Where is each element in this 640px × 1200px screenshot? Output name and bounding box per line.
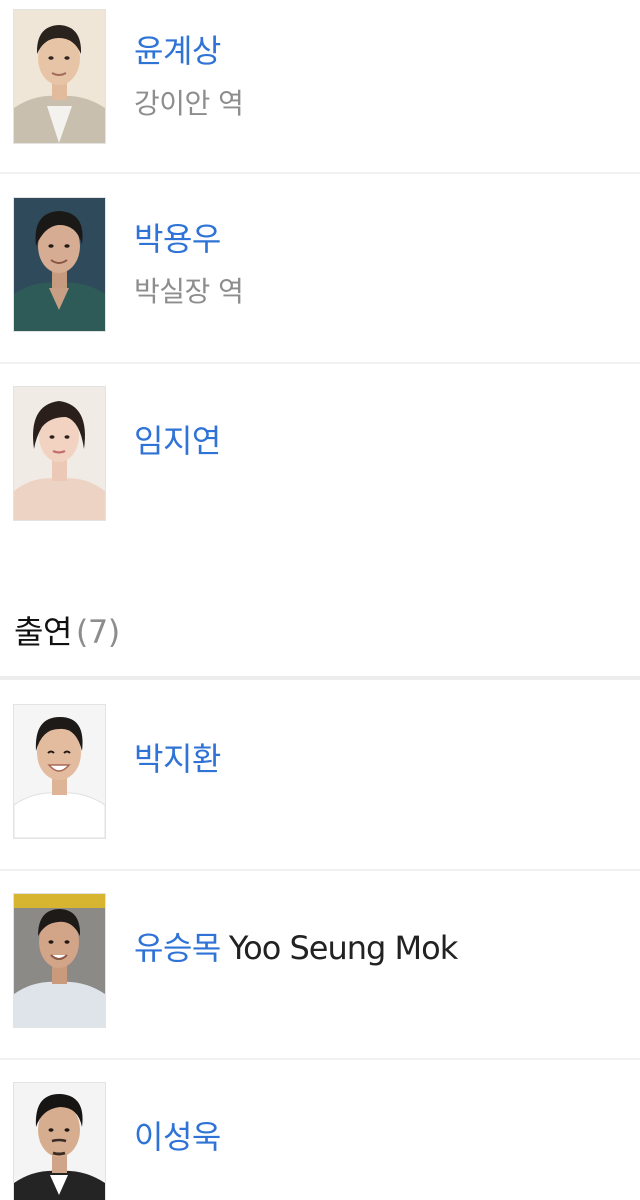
section-count: (7) [75, 613, 120, 651]
section-header: 출연 (7) [14, 610, 120, 654]
cast-photo[interactable] [13, 197, 106, 332]
cast-name-link[interactable]: 박지환 [134, 740, 221, 778]
cast-name-line: 윤계상 [134, 31, 221, 71]
cast-name-line: 이성욱 [134, 1117, 221, 1157]
person-photo-icon [14, 198, 105, 331]
cast-photo[interactable] [13, 893, 106, 1028]
person-photo-icon [14, 387, 105, 520]
cast-photo[interactable] [13, 1082, 106, 1200]
cast-row: 윤계상 강이안 역 [0, 0, 640, 174]
person-photo-icon [14, 894, 105, 1027]
cast-photo[interactable] [13, 386, 106, 521]
cast-name-link[interactable]: 박용우 [134, 220, 221, 258]
cast-name-line: 유승목 Yoo Seung Mok [134, 928, 458, 968]
cast-role: 박실장 역 [134, 275, 244, 308]
section-title: 출연 [14, 613, 72, 651]
cast-row: 박용우 박실장 역 [0, 188, 640, 364]
cast-photo[interactable] [13, 9, 106, 144]
cast-name-link[interactable]: 윤계상 [134, 32, 221, 70]
cast-photo[interactable] [13, 704, 106, 839]
person-photo-icon [14, 705, 105, 838]
person-photo-icon [14, 1083, 105, 1200]
cast-row: 박지환 [0, 695, 640, 871]
cast-name-line: 박용우 [134, 219, 221, 259]
cast-row: 이성욱 [0, 1073, 640, 1200]
person-photo-icon [14, 10, 105, 143]
cast-name-link[interactable]: 임지연 [134, 422, 221, 460]
section-divider [0, 676, 640, 680]
cast-name-line: 임지연 [134, 421, 221, 461]
cast-row: 유승목 Yoo Seung Mok [0, 884, 640, 1060]
cast-name-link[interactable]: 유승목 [134, 929, 221, 967]
cast-english-name: Yoo Seung Mok [228, 929, 458, 967]
cast-name-line: 박지환 [134, 739, 221, 779]
cast-role: 강이안 역 [134, 87, 244, 120]
cast-name-link[interactable]: 이성욱 [134, 1118, 221, 1156]
cast-row: 임지연 [0, 377, 640, 553]
